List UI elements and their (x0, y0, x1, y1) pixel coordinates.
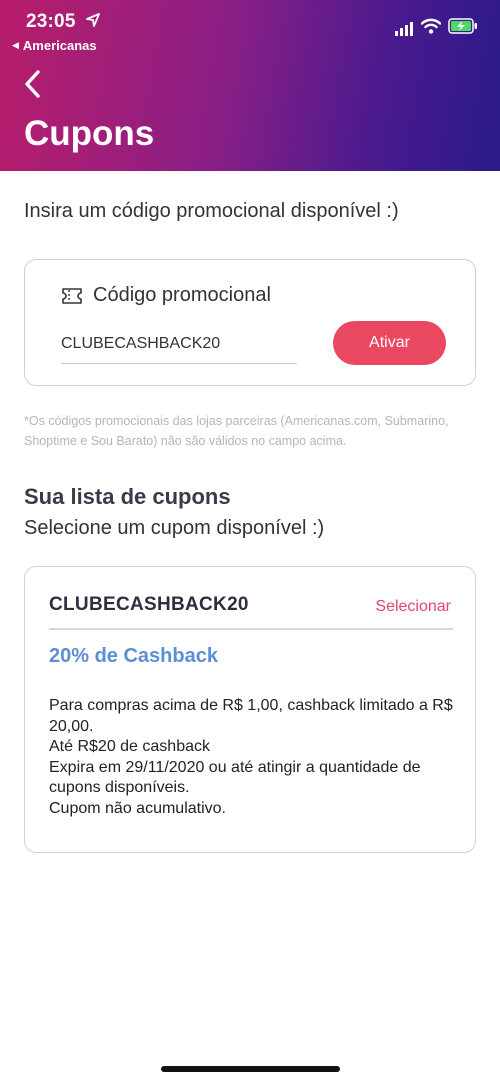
activate-button[interactable]: Ativar (333, 321, 446, 365)
promo-code-card: Código promocional Ativar (24, 259, 476, 386)
disclaimer-text: *Os códigos promocionais das lojas parce… (24, 414, 449, 448)
intro-text: Insira um código promocional disponível … (24, 200, 399, 222)
coupon-divider (49, 628, 453, 630)
coupon-description-line: Expira em 29/11/2020 ou até atingir a qu… (49, 758, 421, 797)
coupon-description-line: Até R$20 de cashback (49, 738, 210, 755)
coupon-description-line: Cupom não acumulativo. (49, 799, 226, 817)
promo-code-label: Código promocional (93, 284, 271, 306)
status-time: 23:05 (26, 11, 76, 32)
coupon-description: Para compras acima de R$ 1,00, cashback … (49, 696, 459, 819)
coupon-code: CLUBECASHBACK20 (49, 594, 249, 615)
status-bar: 23:05 ◀ Americanas (0, 0, 500, 56)
back-to-app-link[interactable]: ◀ Americanas (12, 38, 97, 53)
select-coupon-button[interactable]: Selecionar (375, 598, 451, 616)
page-title: Cupons (24, 114, 155, 153)
back-triangle-icon: ◀ (12, 40, 19, 50)
coupon-list-title: Sua lista de cupons (24, 484, 231, 509)
coupon-title: 20% de Cashback (49, 645, 218, 667)
home-indicator[interactable] (161, 1066, 340, 1072)
promo-code-input[interactable] (61, 328, 297, 364)
promo-code-header: Código promocional (61, 284, 271, 307)
coupon-card[interactable]: CLUBECASHBACK20 Selecionar 20% de Cashba… (24, 566, 476, 853)
coupon-description-line: Para compras acima de R$ 1,00, cashback … (49, 697, 453, 735)
battery-charging-icon (448, 18, 477, 34)
cellular-signal-icon (395, 22, 413, 36)
ticket-icon (62, 287, 82, 304)
location-arrow-icon (86, 13, 100, 27)
wifi-icon (421, 18, 441, 34)
back-app-label: Americanas (22, 38, 97, 53)
header: 23:05 ◀ Americanas Cupons (0, 0, 500, 171)
back-arrow-icon[interactable] (20, 66, 48, 102)
coupon-list-subtitle: Selecione um cupom disponível :) (24, 517, 325, 539)
